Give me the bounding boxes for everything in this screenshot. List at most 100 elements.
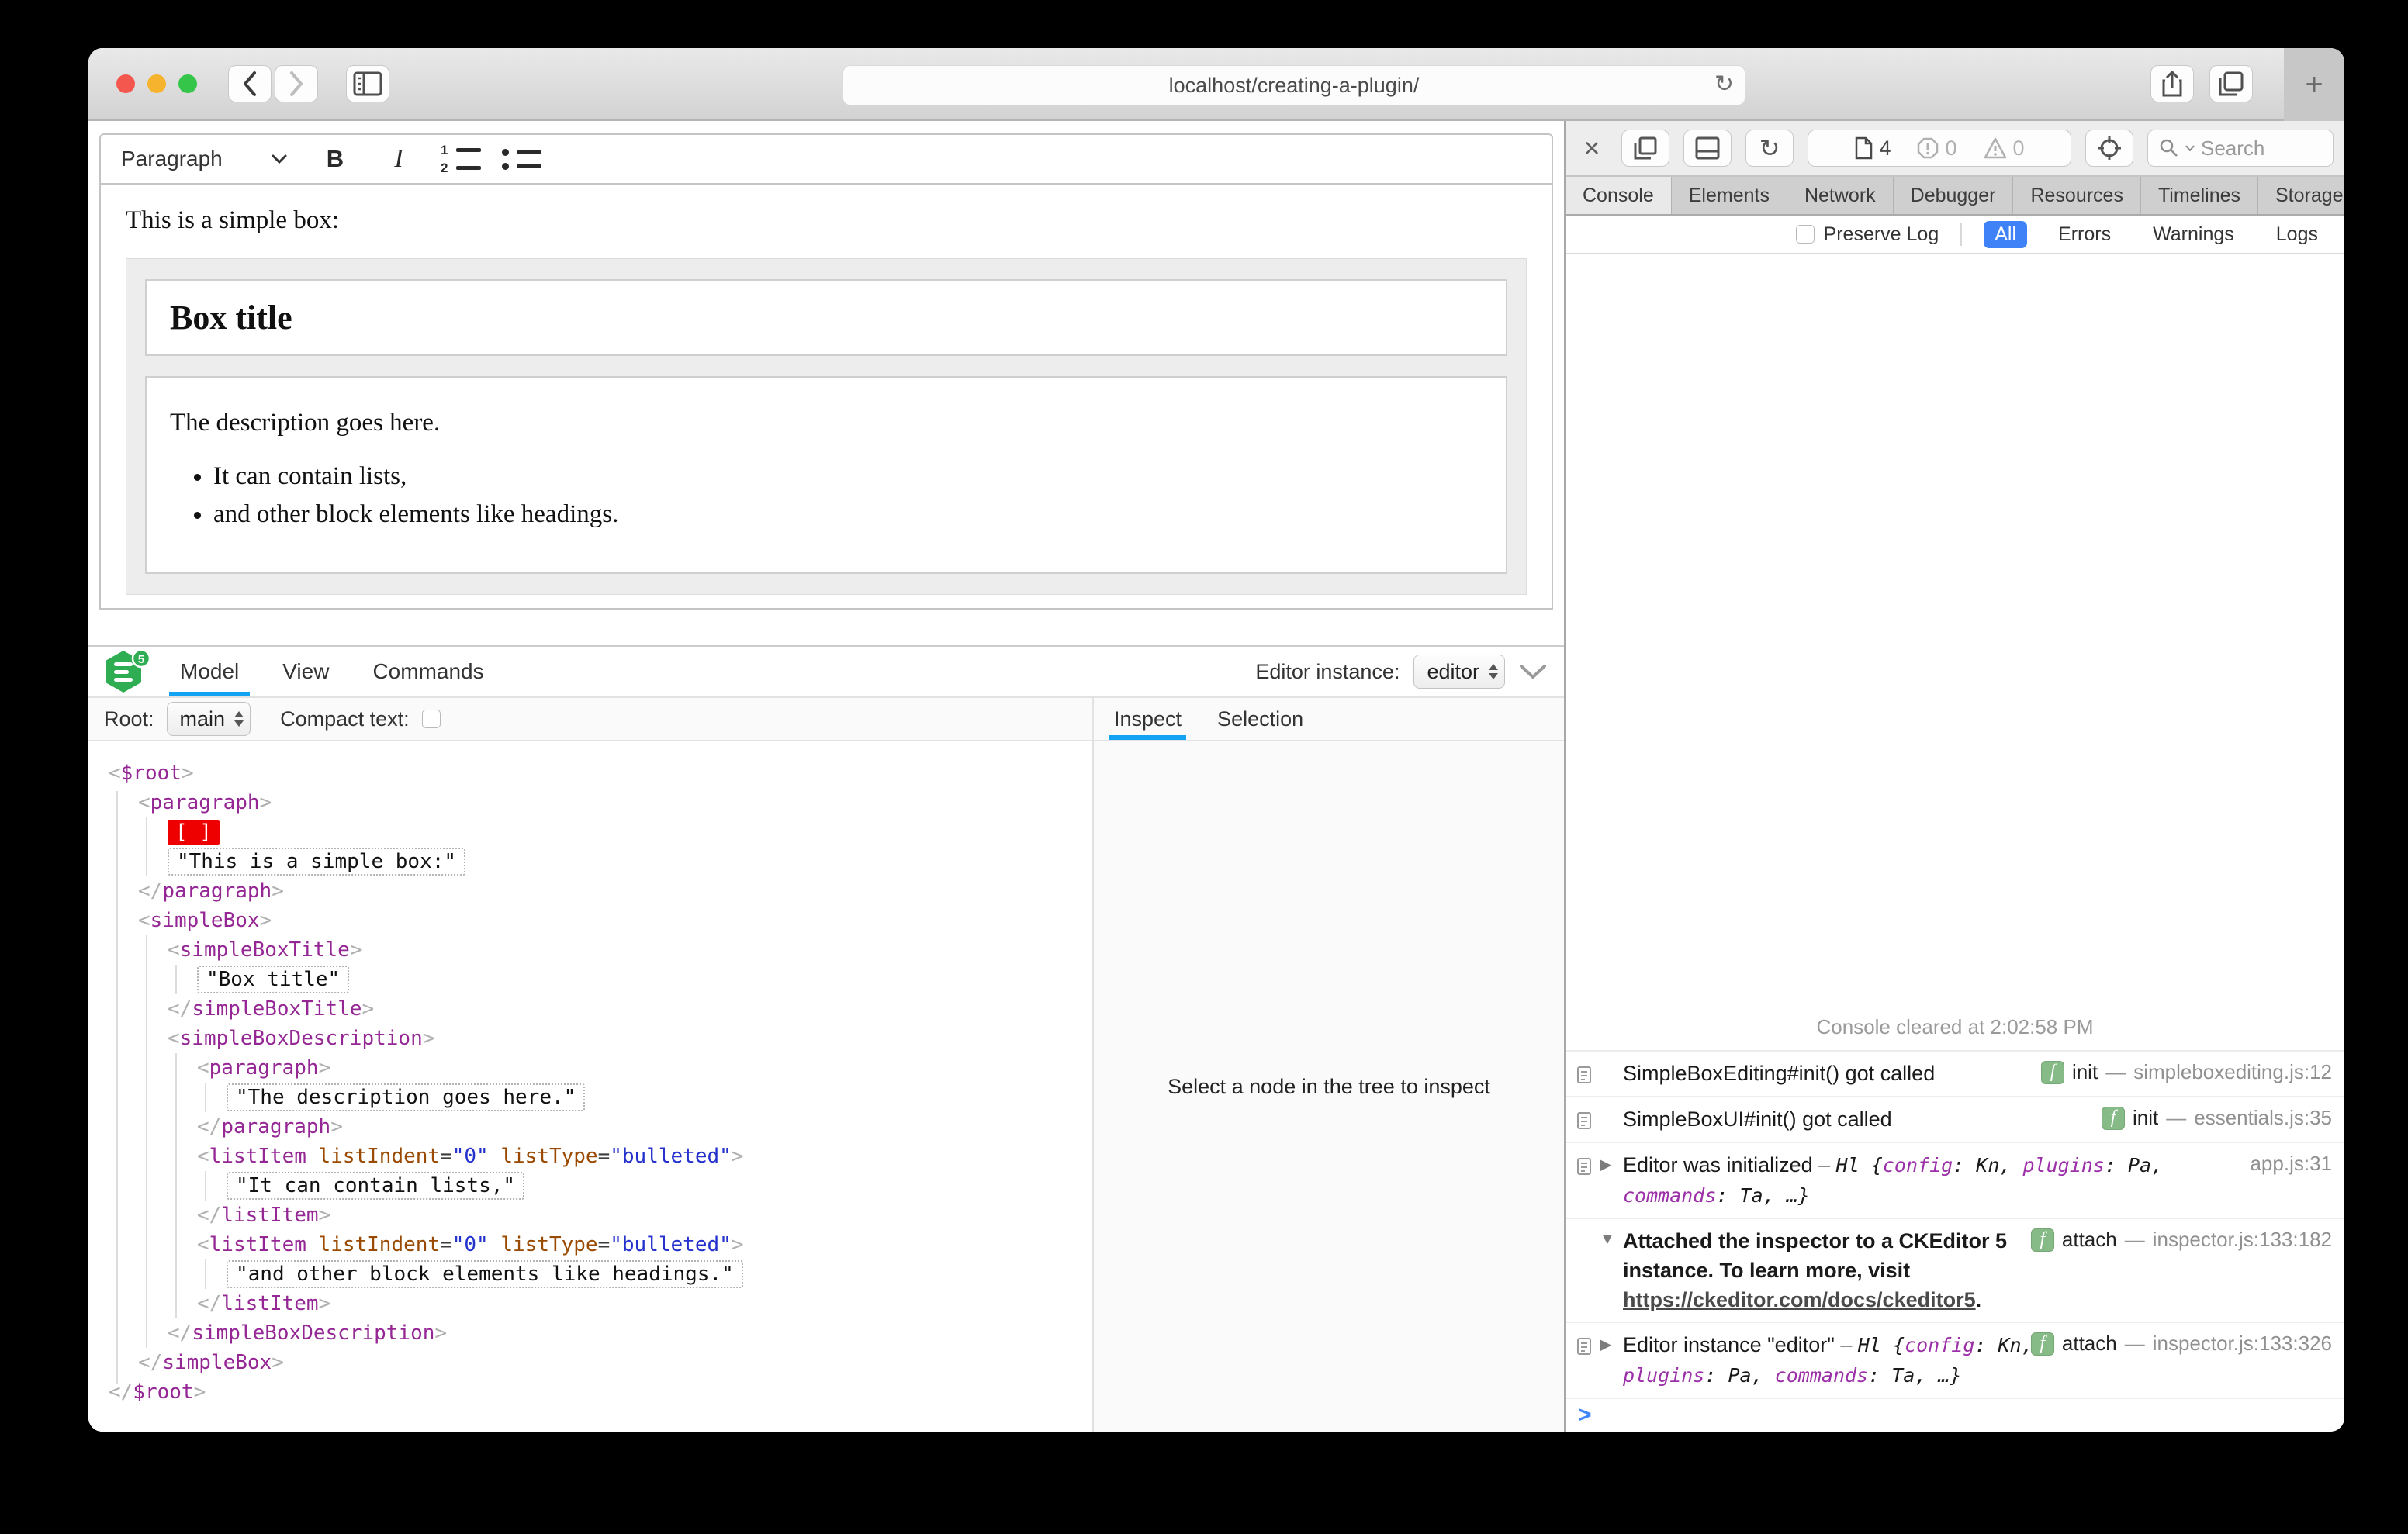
text-node[interactable]: "Box title": [197, 966, 350, 993]
tab-view[interactable]: View: [282, 647, 329, 696]
filter-warnings[interactable]: Warnings: [2142, 221, 2245, 248]
tree-node-listItem[interactable]: </listItem >: [88, 1201, 1092, 1230]
tab-timelines[interactable]: Timelines: [2141, 177, 2258, 214]
source-location-link[interactable]: app.js:31: [2250, 1152, 2332, 1176]
tree-node-text[interactable]: "The description goes here.": [88, 1083, 1092, 1112]
tree-node-simpleBoxTitle[interactable]: </simpleBoxTitle >: [88, 994, 1092, 1024]
detach-inspector-button[interactable]: [1621, 130, 1669, 167]
tab-commands[interactable]: Commands: [372, 647, 483, 696]
console-log-row[interactable]: ▼ Attached the inspector to a CKEditor 5 …: [1566, 1218, 2344, 1322]
filter-errors[interactable]: Errors: [2047, 221, 2122, 248]
preserve-log-checkbox[interactable]: [1795, 225, 1815, 244]
tab-storage[interactable]: Storage: [2258, 177, 2344, 214]
tab-console[interactable]: Console: [1566, 177, 1672, 214]
tree-node-marker[interactable]: [ ]: [88, 817, 1092, 847]
root-select[interactable]: main: [166, 702, 251, 736]
text-node[interactable]: "It can contain lists,": [227, 1172, 525, 1200]
tree-node-simpleBox[interactable]: </simpleBox >: [88, 1348, 1092, 1377]
numbered-list-button[interactable]: 1 2: [441, 143, 481, 174]
show-tabs-button[interactable]: [2209, 65, 2253, 102]
tab-resources[interactable]: Resources: [2013, 177, 2141, 214]
filter-all[interactable]: All: [1984, 220, 2028, 248]
text-node[interactable]: "This is a simple box:": [168, 848, 466, 876]
reload-page-button[interactable]: ↻: [1745, 130, 1794, 167]
console-log-row[interactable]: SimpleBoxEditing#init() got called f init —…: [1566, 1050, 2344, 1096]
console-log-row[interactable]: SimpleBoxUI#init() got called f init — essen…: [1566, 1096, 2344, 1142]
bold-button[interactable]: B: [313, 139, 357, 179]
reload-icon[interactable]: ↻: [1714, 71, 1734, 98]
tree-node-text[interactable]: "This is a simple box:": [88, 847, 1092, 876]
collapse-inspector-chevron-icon[interactable]: [1519, 664, 1547, 679]
text-node[interactable]: "The description goes here.": [227, 1083, 586, 1111]
source-location-link[interactable]: essentials.js:35: [2194, 1106, 2332, 1130]
tab-model[interactable]: Model: [168, 647, 251, 696]
address-bar[interactable]: localhost/creating-a-plugin/ ↻: [842, 65, 1745, 105]
simple-box-widget[interactable]: Box title The description goes here. It …: [126, 258, 1527, 595]
paragraph-style-dropdown[interactable]: Paragraph: [115, 139, 293, 179]
resource-counts[interactable]: 4 0 0: [1808, 130, 2071, 167]
console-log-row[interactable]: ▶ Editor instance "editor" – Hl {config: …: [1566, 1322, 2344, 1398]
simple-box-title[interactable]: Box title: [145, 279, 1507, 356]
tab-selection[interactable]: Selection: [1217, 698, 1303, 740]
tab-debugger[interactable]: Debugger: [1894, 177, 2014, 214]
element-picker-button[interactable]: [2085, 130, 2133, 167]
disclosure-triangle-icon[interactable]: ▶: [1600, 1330, 1623, 1354]
search-placeholder: Search: [2201, 136, 2265, 160]
compact-text-label: Compact text:: [280, 707, 410, 731]
back-button[interactable]: [228, 65, 272, 102]
editor-content[interactable]: This is a simple box: Box title The desc…: [99, 185, 1553, 610]
tree-node-simpleBoxDescription[interactable]: </simpleBoxDescription >: [88, 1318, 1092, 1348]
tree-node-text[interactable]: "and other block elements like headings.…: [88, 1259, 1092, 1289]
tree-node-listItem[interactable]: < listItem listIndent="0" listType="bulle…: [88, 1142, 1092, 1171]
zoom-window-button[interactable]: [178, 74, 197, 93]
log-type-icon: [1576, 1059, 1600, 1089]
indent-guide: [116, 791, 118, 1384]
tree-node-text[interactable]: "It can contain lists,": [88, 1171, 1092, 1201]
console-log-row[interactable]: ▶ Editor was initialized – Hl {config: Kn…: [1566, 1142, 2344, 1218]
compact-text-checkbox[interactable]: [421, 710, 441, 728]
log-text-segment: ,: [1751, 1364, 1775, 1387]
disclosure-triangle-icon[interactable]: ▼: [1600, 1226, 1623, 1249]
tree-node-paragraph[interactable]: < paragraph >: [88, 1053, 1092, 1083]
editor-instance-select[interactable]: editor: [1413, 655, 1505, 689]
console-prompt[interactable]: >: [1566, 1398, 2344, 1432]
tab-network[interactable]: Network: [1787, 177, 1894, 214]
simple-box-description[interactable]: The description goes here. It can contai…: [145, 376, 1507, 574]
dock-to-bottom-button[interactable]: [1683, 130, 1732, 167]
description-list: It can contain lists, and other block ele…: [213, 462, 1483, 529]
tree-node-$root[interactable]: < $root >: [88, 758, 1092, 788]
tab-elements[interactable]: Elements: [1672, 177, 1787, 214]
tree-node-simpleBox[interactable]: < simpleBox >: [88, 906, 1092, 935]
forward-button[interactable]: [275, 65, 318, 102]
close-window-button[interactable]: [116, 74, 135, 93]
tree-node-$root[interactable]: </$root >: [88, 1377, 1092, 1407]
disclosure-triangle-icon[interactable]: ▶: [1600, 1150, 1623, 1174]
tree-node-listItem[interactable]: < listItem listIndent="0" listType="bulle…: [88, 1230, 1092, 1259]
tree-node-paragraph[interactable]: < paragraph >: [88, 788, 1092, 817]
text-node[interactable]: "and other block elements like headings.…: [227, 1260, 743, 1288]
source-location-link[interactable]: inspector.js:133:326: [2153, 1332, 2332, 1356]
bulleted-list-button[interactable]: [501, 148, 541, 170]
share-button[interactable]: [2150, 65, 2194, 102]
log-text-segment: :: [1716, 1184, 1740, 1207]
log-link[interactable]: https://ckeditor.com/docs/ckeditor5: [1623, 1288, 1976, 1311]
search-input[interactable]: Search: [2147, 130, 2334, 167]
function-badge-icon: f: [2040, 1060, 2064, 1084]
source-location-link[interactable]: simpleboxediting.js:12: [2133, 1060, 2332, 1084]
italic-button[interactable]: I: [377, 139, 420, 179]
tree-node-paragraph[interactable]: </paragraph >: [88, 1112, 1092, 1142]
source-location-link[interactable]: inspector.js:133:182: [2153, 1228, 2332, 1252]
new-tab-button[interactable]: +: [2284, 48, 2344, 121]
tree-node-simpleBoxDescription[interactable]: < simpleBoxDescription >: [88, 1024, 1092, 1053]
preserve-log-control[interactable]: Preserve Log: [1795, 223, 1939, 246]
minimize-window-button[interactable]: [147, 74, 166, 93]
warning-icon: [1984, 137, 2006, 159]
tab-inspect[interactable]: Inspect: [1109, 698, 1187, 740]
tree-node-listItem[interactable]: </listItem >: [88, 1289, 1092, 1318]
tree-node-paragraph[interactable]: </paragraph >: [88, 876, 1092, 906]
filter-logs[interactable]: Logs: [2265, 221, 2329, 248]
close-inspector-icon[interactable]: ×: [1576, 132, 1607, 164]
tree-node-simpleBoxTitle[interactable]: < simpleBoxTitle >: [88, 935, 1092, 965]
tree-node-text[interactable]: "Box title": [88, 965, 1092, 994]
sidebar-toggle-button[interactable]: [346, 65, 389, 102]
